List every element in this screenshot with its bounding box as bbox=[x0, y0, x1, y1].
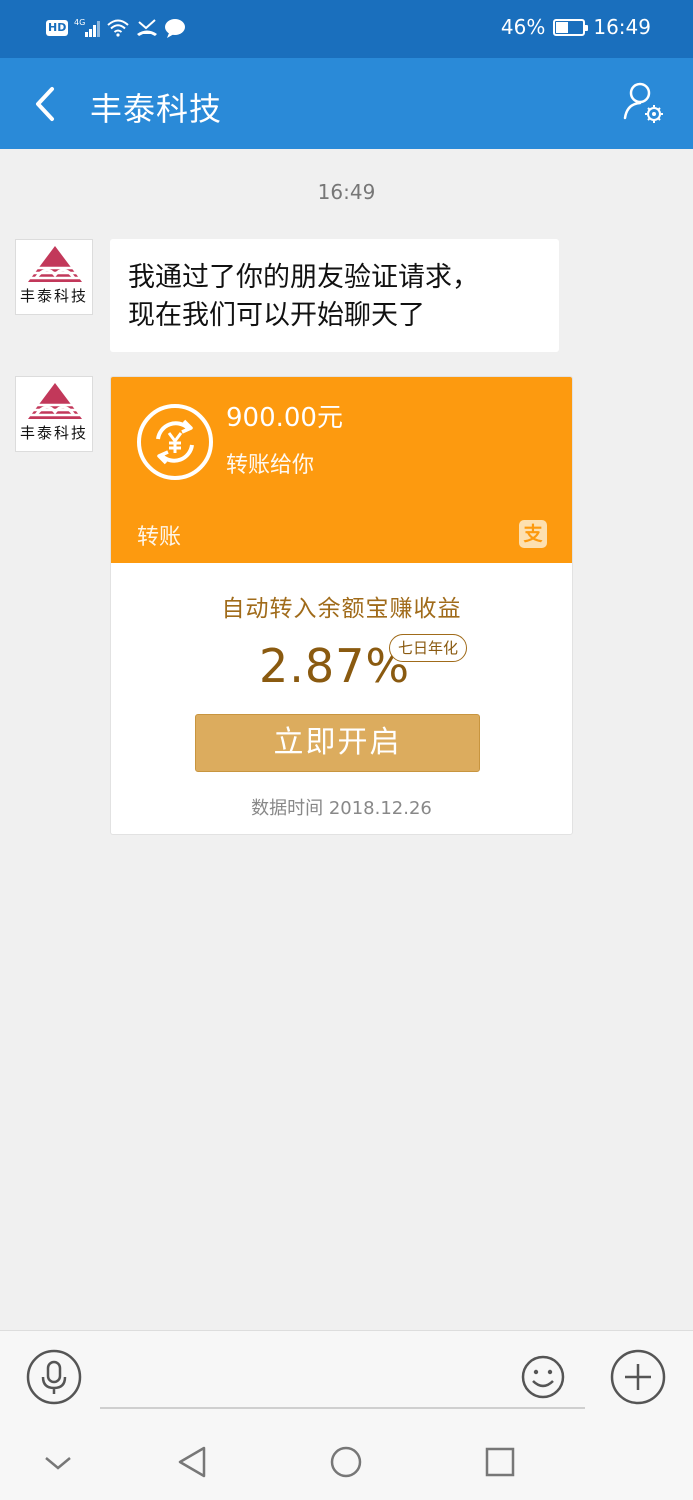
missed-call-icon bbox=[137, 19, 158, 36]
system-nav-bar bbox=[0, 1422, 693, 1500]
text-message-bubble[interactable]: 我通过了你的朋友验证请求， 现在我们可以开始聊天了 bbox=[110, 239, 559, 352]
rate-badge: 七日年化 bbox=[389, 634, 468, 662]
signal-icon: 4G bbox=[74, 18, 101, 37]
back-triangle-icon[interactable] bbox=[172, 1442, 212, 1482]
open-now-button[interactable]: 立即开启 bbox=[195, 714, 480, 772]
home-circle-icon[interactable] bbox=[326, 1442, 366, 1482]
annual-rate: 2.87% bbox=[259, 639, 411, 693]
back-arrow-icon[interactable] bbox=[30, 84, 62, 124]
microphone-icon[interactable] bbox=[26, 1349, 82, 1405]
title-bar: 丰泰科技 bbox=[0, 58, 693, 149]
transfer-label: 转账 bbox=[137, 525, 182, 550]
status-bar: HD 4G 46% 16:49 bbox=[0, 0, 693, 58]
transfer-card[interactable]: 900.00元 转账给你 转账 支 自动转入余额宝赚收益 2.87% 七日年化 … bbox=[110, 376, 573, 835]
emoji-icon[interactable] bbox=[521, 1355, 565, 1399]
avatar-logo-text: 丰泰科技 bbox=[19, 287, 88, 305]
data-time: 数据时间 2018.12.26 bbox=[251, 798, 432, 819]
message-line: 我通过了你的朋友验证请求， bbox=[128, 262, 479, 293]
wifi-icon bbox=[107, 19, 130, 37]
input-bar bbox=[0, 1330, 693, 1422]
alipay-icon: 支 bbox=[519, 520, 547, 548]
transfer-subtitle: 转账给你 bbox=[226, 453, 315, 478]
status-time: 16:49 bbox=[593, 15, 651, 39]
sender-avatar[interactable]: 丰泰科技 bbox=[15, 239, 93, 315]
avatar-logo-text: 丰泰科技 bbox=[19, 424, 88, 442]
chat-timestamp: 16:49 bbox=[317, 180, 376, 204]
message-line: 现在我们可以开始聊天了 bbox=[128, 300, 425, 331]
collapse-chevron-icon[interactable] bbox=[38, 1442, 78, 1482]
battery-level-fill bbox=[556, 21, 569, 33]
battery-icon bbox=[553, 18, 589, 36]
status-left-icons: HD 4G bbox=[46, 17, 186, 39]
sender-avatar[interactable]: 丰泰科技 bbox=[15, 376, 93, 452]
svg-text:4G: 4G bbox=[74, 18, 85, 27]
message-input[interactable] bbox=[100, 1353, 585, 1409]
transfer-amount: 900.00元 bbox=[226, 403, 343, 433]
plus-icon[interactable] bbox=[610, 1349, 666, 1405]
recents-square-icon[interactable] bbox=[480, 1442, 520, 1482]
transfer-card-header[interactable]: 900.00元 转账给你 转账 支 bbox=[111, 377, 572, 563]
status-right: 46% 16:49 bbox=[501, 15, 651, 39]
yuebao-promo-text: 自动转入余额宝赚收益 bbox=[221, 596, 462, 622]
chat-notification-icon bbox=[165, 19, 186, 38]
chat-title: 丰泰科技 bbox=[90, 90, 223, 128]
transfer-yuan-icon bbox=[137, 404, 213, 480]
battery-percent: 46% bbox=[500, 15, 546, 39]
hd-badge: HD bbox=[46, 20, 69, 36]
profile-settings-icon[interactable] bbox=[623, 80, 665, 126]
